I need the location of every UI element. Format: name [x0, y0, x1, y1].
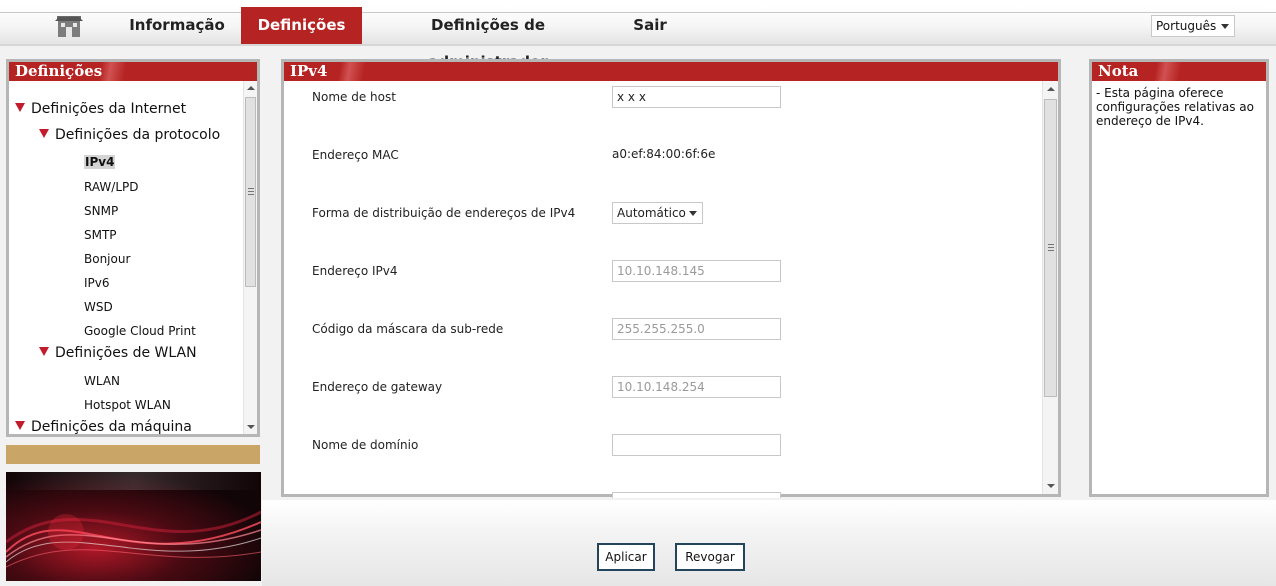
note-panel-title: Nota	[1098, 62, 1139, 80]
tree-item-label: Definições de WLAN	[55, 345, 197, 361]
tree-item-definicoes-maquina[interactable]: Definições da máquina	[15, 419, 192, 434]
language-select[interactable]: Português	[1151, 15, 1235, 37]
subnet-mask-label: Código da máscara da sub-rede	[312, 322, 504, 336]
tree-item-snmp[interactable]: SNMP	[84, 204, 118, 218]
chevron-down-icon	[1221, 24, 1229, 29]
mac-address-value: a0:ef:84:00:6f:6e	[612, 147, 716, 161]
domain-name-label: Nome de domínio	[312, 438, 419, 452]
ipv4-address-input[interactable]: 10.10.148.145	[612, 260, 781, 282]
tree-item-smtp[interactable]: SMTP	[84, 228, 117, 242]
decorative-banner-image	[6, 472, 261, 581]
tree-item-label: Definições da Internet	[31, 101, 187, 117]
tree-item-wlan[interactable]: WLAN	[84, 374, 120, 388]
language-select-value: Português	[1156, 19, 1217, 33]
tree-item-bonjour[interactable]: Bonjour	[84, 252, 130, 266]
note-text: - Esta página oferece configurações rela…	[1096, 86, 1254, 128]
subnet-mask-input[interactable]: 255.255.255.0	[612, 318, 781, 340]
tree-item-ipv6[interactable]: IPv6	[84, 276, 110, 290]
grip-icon	[247, 188, 254, 195]
tree-item-ipv4[interactable]: IPv4	[84, 155, 116, 169]
ipv4-address-label: Endereço IPv4	[312, 264, 398, 278]
header-tab-accent	[322, 62, 382, 81]
apply-button[interactable]: Aplicar	[597, 543, 655, 571]
note-panel: Nota - Esta página oferece configurações…	[1089, 59, 1269, 497]
host-name-input[interactable]: x x x	[612, 86, 781, 108]
expanded-triangle-icon[interactable]	[39, 347, 49, 356]
scroll-down-icon[interactable]	[246, 425, 255, 429]
revoke-button[interactable]: Revogar	[675, 543, 745, 571]
scroll-up-icon[interactable]	[246, 86, 255, 90]
gateway-input[interactable]: 10.10.148.254	[612, 376, 781, 398]
header-tab-accent	[83, 62, 143, 81]
tree-scrollbar[interactable]	[243, 81, 257, 434]
settings-panel-header: Definições	[9, 62, 257, 81]
mac-address-label: Endereço MAC	[312, 148, 399, 162]
scroll-down-icon[interactable]	[1046, 484, 1055, 488]
expanded-triangle-icon[interactable]	[39, 129, 49, 138]
grip-icon	[1047, 244, 1054, 251]
tree-scrollbar-thumb[interactable]	[245, 97, 256, 287]
tree-item-label: Definições da máquina	[31, 419, 192, 434]
main-scrollbar[interactable]	[1042, 81, 1058, 494]
main-scrollbar-thumb[interactable]	[1044, 99, 1057, 397]
host-name-label: Nome de host	[312, 90, 396, 104]
home-icon[interactable]	[52, 12, 86, 38]
footer-area	[262, 500, 1276, 586]
settings-tree: Definições da Internet Definições da pro…	[12, 84, 242, 434]
tab-informacao[interactable]: Informação	[120, 7, 234, 44]
domain-name-input[interactable]	[612, 434, 781, 456]
tree-item-definicoes-internet[interactable]: Definições da Internet	[15, 101, 186, 117]
ipv4-settings-panel: IPv4 Nome de host x x x Endereço MAC a0:…	[281, 59, 1061, 498]
note-panel-header: Nota	[1092, 62, 1266, 81]
tree-item-google-cloud-print[interactable]: Google Cloud Print	[84, 324, 196, 338]
chevron-down-icon	[689, 211, 697, 216]
tree-item-label: Definições da protocolo	[55, 127, 221, 143]
tree-item-hotspot-wlan[interactable]: Hotspot WLAN	[84, 398, 171, 412]
settings-tree-panel: Definições Definições da Internet Defini…	[6, 59, 260, 437]
tree-item-raw-lpd[interactable]: RAW/LPD	[84, 180, 138, 194]
ipv4-panel-header: IPv4	[284, 62, 1058, 81]
tab-definicoes-administrador[interactable]: Definições de administrador	[372, 7, 604, 71]
distribution-select-value: Automático	[617, 206, 686, 220]
tree-item-wsd[interactable]: WSD	[84, 300, 113, 314]
expanded-triangle-icon[interactable]	[15, 103, 25, 112]
tree-item-definicoes-protocolo[interactable]: Definições da protocolo	[39, 127, 220, 143]
header-tab-accent	[1138, 62, 1198, 81]
distribution-label: Forma de distribuição de endereços de IP…	[312, 206, 576, 220]
tab-definicoes[interactable]: Definições	[241, 7, 362, 44]
tab-sair[interactable]: Sair	[624, 7, 676, 44]
tree-item-definicoes-wlan[interactable]: Definições de WLAN	[39, 345, 197, 361]
gateway-label: Endereço de gateway	[312, 380, 443, 394]
scroll-up-icon[interactable]	[1046, 87, 1055, 91]
expanded-triangle-icon[interactable]	[15, 421, 25, 430]
distribution-select[interactable]: Automático	[612, 202, 703, 224]
decorative-bar	[6, 445, 260, 464]
next-field-input-partial[interactable]	[612, 492, 781, 498]
